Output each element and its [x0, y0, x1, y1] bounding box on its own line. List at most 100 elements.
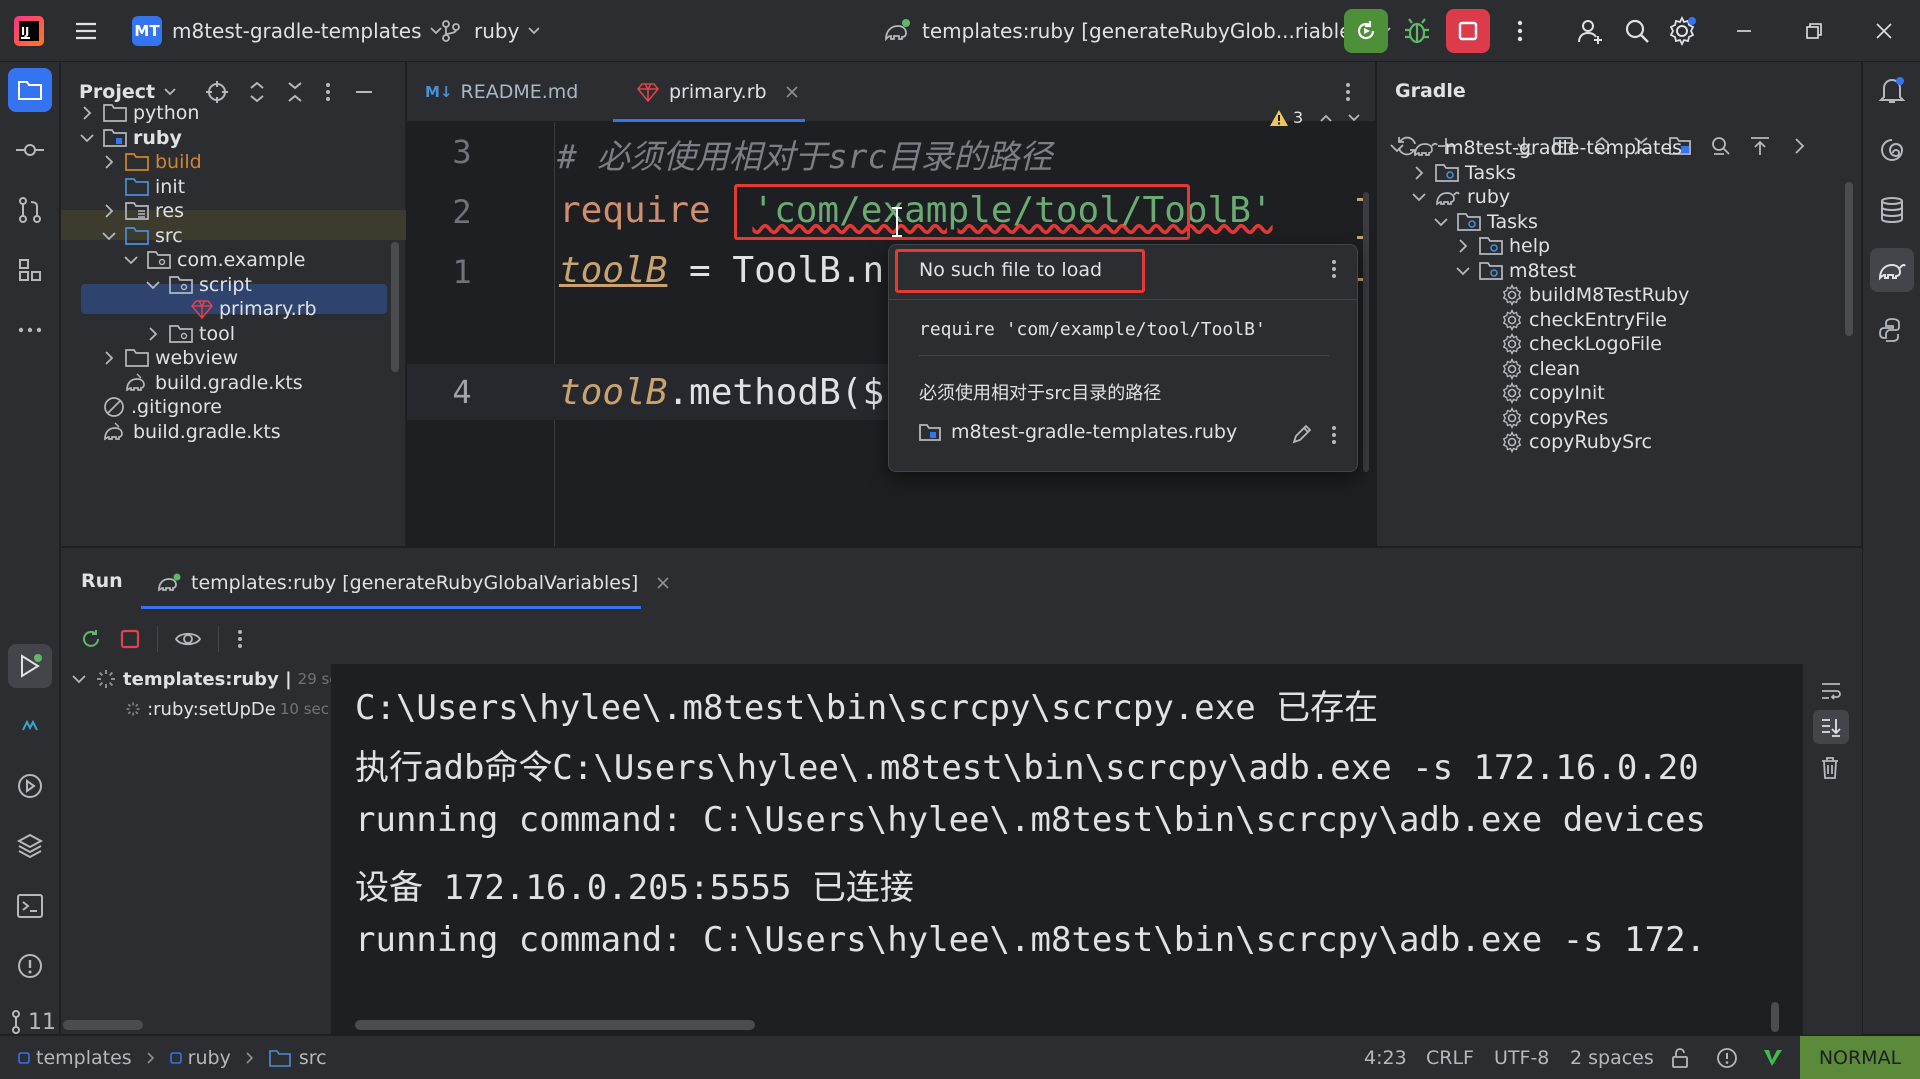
m8test-tool-button[interactable] — [8, 704, 52, 748]
more-tools-button[interactable] — [8, 308, 52, 352]
popup-options-icon[interactable] — [1329, 423, 1339, 447]
app-logo-icon[interactable]: IJ — [12, 0, 46, 62]
chevron-down-icon[interactable] — [121, 252, 141, 268]
locate-file-icon[interactable] — [205, 80, 229, 104]
chevron-right-icon[interactable] — [77, 105, 97, 121]
caret-position[interactable]: 4:23 — [1364, 1036, 1407, 1079]
rerun-button[interactable] — [1344, 0, 1388, 62]
minimize-window-button[interactable] — [1714, 0, 1774, 62]
layers-tool-button[interactable] — [8, 824, 52, 868]
options-icon[interactable] — [323, 80, 333, 104]
chevron-down-icon[interactable] — [77, 130, 97, 146]
code-line-assign[interactable]: toolB = ToolB.n — [559, 250, 884, 291]
search-icon[interactable] — [1622, 0, 1652, 62]
chevron-down-icon[interactable] — [99, 228, 119, 244]
structure-tool-button[interactable] — [8, 248, 52, 292]
debug-button[interactable] — [1400, 0, 1434, 62]
more-actions-icon[interactable] — [235, 627, 245, 651]
python-console-button[interactable] — [1870, 308, 1914, 352]
notifications-button[interactable] — [1870, 68, 1914, 112]
console-h-scrollbar[interactable] — [355, 1020, 755, 1030]
more-actions-icon[interactable] — [1508, 0, 1532, 62]
soft-wrap-icon[interactable] — [1819, 680, 1843, 702]
chevron-right-icon[interactable] — [1787, 134, 1811, 158]
vim-mode-indicator[interactable]: NORMAL — [1800, 1036, 1920, 1079]
chevron-down-icon[interactable] — [1347, 111, 1361, 125]
breadcrumb-item[interactable]: ruby — [169, 1047, 231, 1069]
terminal-tool-button[interactable] — [8, 884, 52, 928]
run-tree-row[interactable]: :ruby:setUpDe 10 sec — [125, 694, 329, 724]
code-comment[interactable]: # 必须使用相对于src目录的路径 — [557, 130, 1052, 178]
chevron-right-icon[interactable] — [143, 326, 163, 342]
popup-module-link[interactable]: m8test-gradle-templates.ruby — [919, 421, 1237, 443]
database-button[interactable] — [1870, 188, 1914, 232]
settings-gear-icon[interactable] — [1666, 0, 1698, 62]
commit-tool-button[interactable] — [8, 128, 52, 172]
chevron-down-icon[interactable] — [1431, 214, 1451, 230]
run-config-selector[interactable]: templates:ruby [generateRubyGlob...riabl… — [882, 0, 1392, 62]
popup-more-icon[interactable] — [1329, 257, 1339, 281]
markdown-icon: M↓ — [425, 83, 453, 101]
branch-switcher[interactable]: ruby — [440, 0, 541, 62]
trash-icon[interactable] — [1819, 756, 1841, 780]
problems-tool-button[interactable] — [8, 944, 52, 988]
vim-icon[interactable] — [1762, 1036, 1784, 1079]
console-output[interactable]: C:\Users\hylee\.m8test\bin\scrcpy\scrcpy… — [331, 664, 1861, 1035]
close-tab-icon[interactable] — [785, 85, 799, 99]
inspections-icon[interactable] — [1716, 1036, 1738, 1079]
collapse-all-icon[interactable] — [285, 80, 305, 104]
run-tree-row[interactable]: templates:ruby | 29 sec — [71, 664, 347, 694]
tab-readme[interactable]: M↓ README.md — [425, 62, 578, 122]
scroll-to-end-button[interactable] — [1813, 710, 1849, 744]
project-tool-button[interactable] — [8, 68, 52, 112]
eye-icon[interactable] — [174, 627, 202, 651]
close-tab-icon[interactable] — [656, 576, 670, 590]
chevron-up-icon[interactable] — [1319, 111, 1333, 125]
add-user-icon[interactable] — [1576, 0, 1606, 62]
dependency-analyzer-icon[interactable] — [1709, 134, 1733, 158]
gradle-scrollbar[interactable] — [1845, 182, 1853, 336]
file-encoding[interactable]: UTF-8 — [1494, 1036, 1549, 1079]
project-scrollbar[interactable] — [391, 242, 399, 372]
indent-setting[interactable]: 2 spaces — [1570, 1036, 1654, 1079]
run-tab[interactable]: templates:ruby [generateRubyGlobalVariab… — [157, 560, 670, 606]
chevron-right-icon[interactable] — [1409, 165, 1429, 181]
breadcrumb-item[interactable]: src — [269, 1047, 327, 1069]
tab-primary-rb[interactable]: primary.rb — [613, 62, 805, 122]
chevron-right-icon[interactable] — [99, 203, 119, 219]
console-v-scrollbar[interactable] — [1771, 1002, 1779, 1032]
chevron-right-icon[interactable] — [99, 154, 119, 170]
main-menu-icon[interactable] — [72, 0, 100, 62]
project-tree-row[interactable]: build.gradle.kts — [77, 417, 281, 447]
project-switcher[interactable]: MT m8test-gradle-templates — [132, 0, 443, 62]
close-window-button[interactable] — [1854, 0, 1914, 62]
gradle-tree-row[interactable]: copyRubySrc — [1475, 427, 1652, 457]
tab-options-icon[interactable] — [1343, 80, 1353, 104]
expand-all-icon[interactable] — [247, 80, 267, 104]
editor-scrollbar[interactable] — [1363, 192, 1369, 472]
pull-requests-tool-button[interactable] — [8, 188, 52, 232]
chevron-down-icon[interactable] — [1387, 140, 1407, 156]
stop-icon[interactable] — [119, 628, 141, 650]
run-tool-button[interactable] — [8, 644, 52, 688]
run-tree-scrollbar[interactable] — [63, 1020, 143, 1030]
services-tool-button[interactable] — [8, 764, 52, 808]
edit-pencil-icon[interactable] — [1291, 423, 1313, 445]
hide-panel-icon[interactable] — [353, 80, 375, 104]
restore-window-button[interactable] — [1784, 0, 1844, 62]
ai-assistant-button[interactable] — [1870, 128, 1914, 172]
rerun-icon[interactable] — [79, 627, 103, 651]
line-separator[interactable]: CRLF — [1426, 1036, 1474, 1079]
code-line-call[interactable]: toolB.methodB($ — [559, 372, 884, 413]
chevron-down-icon[interactable] — [1409, 189, 1429, 205]
breadcrumb-item[interactable]: templates — [18, 1047, 132, 1069]
chevron-down-icon[interactable] — [1453, 263, 1473, 279]
chevron-down-icon[interactable] — [143, 277, 163, 293]
lock-icon[interactable] — [1670, 1036, 1692, 1079]
align-top-icon[interactable] — [1748, 134, 1772, 158]
inspection-widget[interactable]: 3 — [1269, 108, 1361, 127]
chevron-right-icon[interactable] — [1453, 238, 1473, 254]
gradle-tool-button[interactable] — [1870, 248, 1914, 292]
stop-button[interactable] — [1446, 0, 1490, 62]
chevron-right-icon[interactable] — [99, 350, 119, 366]
